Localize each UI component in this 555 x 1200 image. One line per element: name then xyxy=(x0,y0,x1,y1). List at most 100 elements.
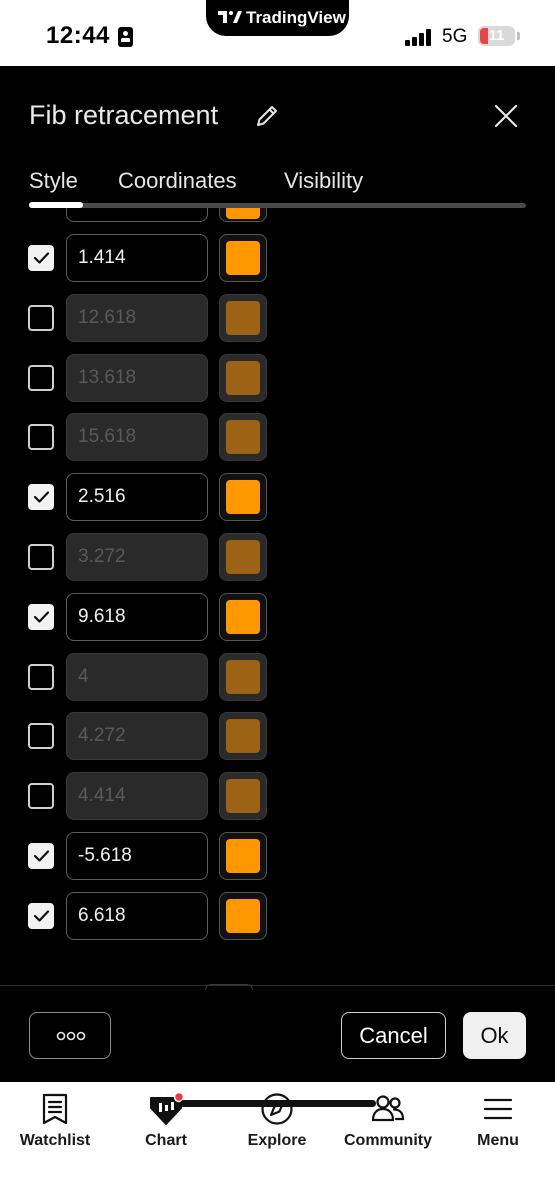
level-row: 13.618 xyxy=(0,353,555,402)
level-color-swatch[interactable] xyxy=(219,891,267,940)
color-fill xyxy=(226,300,260,335)
nav-label-chart: Chart xyxy=(145,1132,187,1149)
level-checkbox[interactable] xyxy=(28,544,54,570)
nav-item-watchlist[interactable]: Watchlist xyxy=(10,1082,100,1162)
checkmark-icon xyxy=(33,611,50,623)
level-checkbox[interactable] xyxy=(28,663,54,690)
color-fill xyxy=(226,480,260,515)
bookmark-icon xyxy=(42,1093,68,1125)
tab-coordinates[interactable]: Coordinates xyxy=(118,168,237,194)
level-value-input[interactable] xyxy=(66,208,208,222)
level-row: 4.414 xyxy=(0,771,555,821)
level-value-input[interactable]: 1.414 xyxy=(66,234,208,282)
color-fill xyxy=(226,659,260,694)
level-color-swatch[interactable] xyxy=(219,772,267,821)
color-fill xyxy=(226,420,260,455)
network-type: 5G xyxy=(442,26,468,47)
battery-icon: 11 xyxy=(478,26,515,46)
nav-item-community[interactable]: Community xyxy=(333,1082,443,1162)
battery-level: 11 xyxy=(488,27,505,44)
dialog-title: Fib retracement xyxy=(29,100,219,130)
footer-peek xyxy=(205,984,253,990)
nav-item-explore[interactable]: Explore xyxy=(232,1082,322,1162)
level-color-swatch[interactable] xyxy=(219,473,267,522)
battery-tip xyxy=(517,32,520,40)
level-value-input[interactable]: 3.272 xyxy=(66,533,208,581)
level-checkbox-checked[interactable] xyxy=(28,484,54,511)
level-value-input[interactable]: 2.516 xyxy=(66,473,208,522)
chart-icon xyxy=(150,1092,183,1125)
tradingview-logo-icon xyxy=(218,11,242,23)
nav-label-community: Community xyxy=(344,1132,432,1149)
level-row: 6.618 xyxy=(0,891,555,940)
color-fill xyxy=(226,839,260,873)
level-checkbox[interactable] xyxy=(28,424,54,451)
checkmark-icon xyxy=(33,910,50,922)
level-checkbox-checked[interactable] xyxy=(28,603,54,630)
nav-label-watchlist: Watchlist xyxy=(19,1132,91,1149)
level-row: 2.516 xyxy=(0,472,555,522)
level-color-swatch[interactable] xyxy=(219,592,267,641)
menu-icon xyxy=(483,1098,513,1120)
ok-button[interactable]: Ok xyxy=(463,1012,526,1059)
level-color-swatch[interactable] xyxy=(219,293,267,342)
nav-item-menu[interactable]: Menu xyxy=(453,1082,543,1162)
level-value-input[interactable]: 6.618 xyxy=(66,891,208,940)
dynamic-island: TradingView xyxy=(206,0,349,36)
level-checkbox-checked[interactable] xyxy=(28,245,54,271)
level-color-swatch[interactable] xyxy=(219,234,267,282)
color-fill xyxy=(226,241,260,275)
close-icon[interactable] xyxy=(492,102,520,130)
more-options-button[interactable] xyxy=(29,1012,111,1059)
level-row: 9.618 xyxy=(0,592,555,641)
level-row: 4.272 xyxy=(0,711,555,761)
level-value-input[interactable]: 15.618 xyxy=(66,413,208,462)
level-row-partial xyxy=(0,208,555,224)
level-color-swatch[interactable] xyxy=(219,652,267,701)
more-dots-icon xyxy=(56,1031,86,1041)
nav-item-chart[interactable]: Chart xyxy=(121,1082,211,1162)
level-checkbox[interactable] xyxy=(28,783,54,810)
people-icon xyxy=(371,1095,405,1122)
level-row: 15.618 xyxy=(0,412,555,462)
color-fill xyxy=(226,599,260,634)
level-checkbox[interactable] xyxy=(28,723,54,750)
level-row: -5.618 xyxy=(0,831,555,880)
pencil-icon[interactable] xyxy=(253,102,281,130)
checkmark-icon xyxy=(33,850,50,862)
color-fill xyxy=(226,898,260,933)
level-color-swatch[interactable] xyxy=(219,832,267,880)
color-fill xyxy=(226,719,260,754)
level-row: 1.414 xyxy=(0,233,555,282)
level-checkbox[interactable] xyxy=(28,304,54,331)
level-value-input[interactable]: 4.414 xyxy=(66,772,208,821)
tab-style[interactable]: Style xyxy=(29,168,78,194)
level-value-input[interactable]: -5.618 xyxy=(66,832,208,880)
status-bar: 12:44 TradingView 5G 11 xyxy=(0,0,555,66)
color-fill xyxy=(226,779,260,814)
level-value-input[interactable]: 4 xyxy=(66,652,208,701)
level-color-swatch[interactable] xyxy=(219,712,267,761)
app-name: TradingView xyxy=(246,8,346,27)
level-color-swatch[interactable] xyxy=(219,533,267,581)
level-checkbox[interactable] xyxy=(28,364,54,391)
level-value-input[interactable]: 9.618 xyxy=(66,592,208,641)
level-color-swatch[interactable] xyxy=(219,208,267,222)
level-value-input[interactable]: 4.272 xyxy=(66,712,208,761)
level-value-input[interactable]: 13.618 xyxy=(66,353,208,402)
nav-label-menu: Menu xyxy=(477,1132,519,1149)
levels-list[interactable]: 1.414 12.618 13.618 15.618 2.516 3.272 9.618 4 4… xyxy=(0,208,555,985)
signal-icon xyxy=(405,29,435,46)
level-checkbox-checked[interactable] xyxy=(28,902,54,929)
color-fill xyxy=(226,540,260,574)
level-checkbox-checked[interactable] xyxy=(28,843,54,869)
level-color-swatch[interactable] xyxy=(219,413,267,462)
level-row: 4 xyxy=(0,652,555,701)
level-color-swatch[interactable] xyxy=(219,353,267,402)
tab-visibility[interactable]: Visibility xyxy=(284,168,363,194)
status-time: 12:44 xyxy=(46,22,110,49)
cancel-button[interactable]: Cancel xyxy=(341,1012,446,1059)
home-indicator xyxy=(180,1100,376,1107)
level-row: 12.618 xyxy=(0,293,555,342)
level-value-input[interactable]: 12.618 xyxy=(66,293,208,342)
